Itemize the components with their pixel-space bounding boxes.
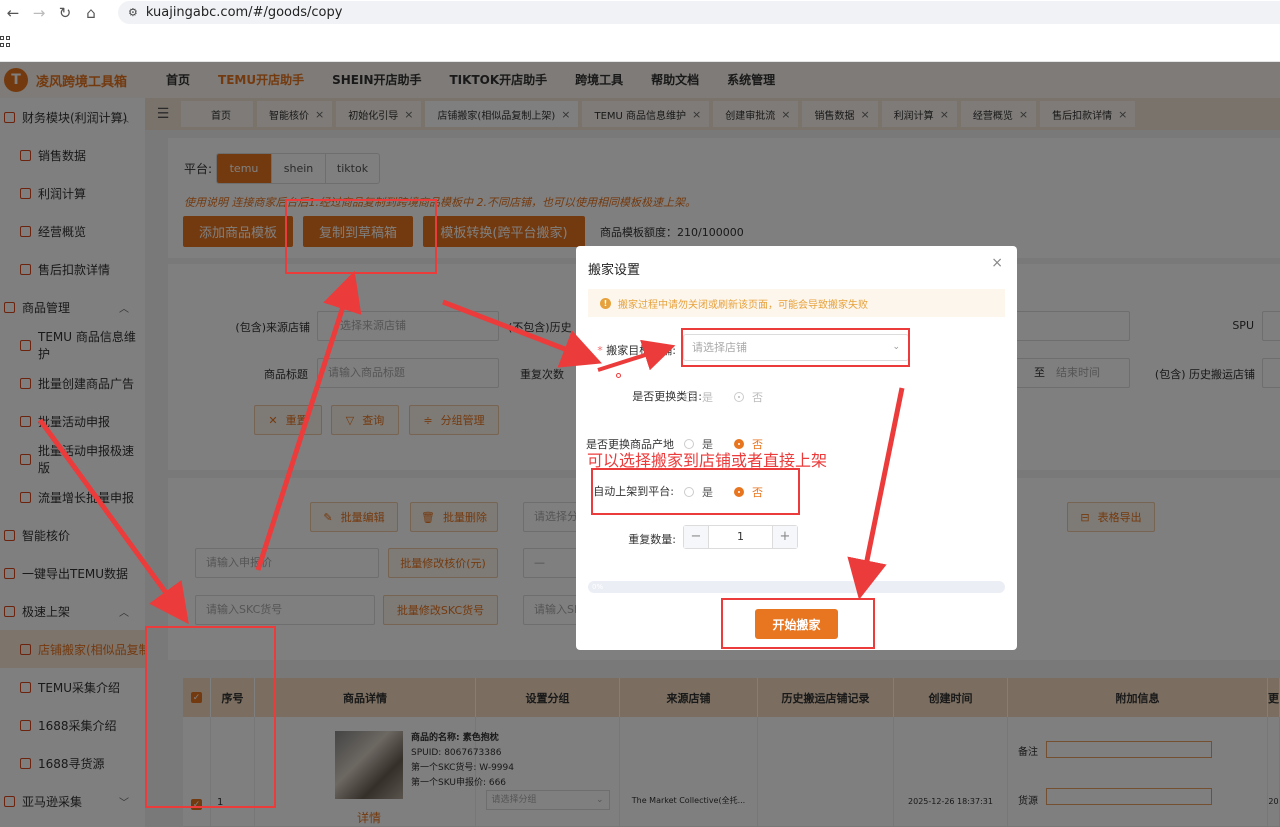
annotation-box-auto xyxy=(591,468,800,515)
plus-icon[interactable]: + xyxy=(773,526,797,548)
annotation-text: 可以选择搬家到店铺或者直接上架 xyxy=(587,451,828,470)
change-category-no[interactable]: 否 xyxy=(734,389,763,405)
warning-icon: ! xyxy=(600,297,611,309)
annotation-box-start xyxy=(721,598,875,649)
annotation-dot xyxy=(616,373,621,378)
forward-icon[interactable]: → xyxy=(26,0,52,26)
repeat-count-label: 重复数量: xyxy=(628,533,676,546)
bookmark-bar xyxy=(0,26,1280,62)
radio-icon xyxy=(734,392,744,402)
close-icon[interactable]: × xyxy=(991,255,1003,271)
repeat-count-stepper: − 1 + xyxy=(683,525,798,549)
url-text: kuajingabc.com/#/goods/copy xyxy=(145,5,343,20)
annotation-box-target xyxy=(681,328,910,367)
address-bar[interactable]: ⚙ kuajingabc.com/#/goods/copy xyxy=(118,1,1280,24)
browser-toolbar: ← → ↻ ⌂ ⚙ kuajingabc.com/#/goods/copy xyxy=(0,0,1280,26)
apps-grid-icon[interactable] xyxy=(0,36,10,48)
annotation-box-row xyxy=(145,626,276,808)
warning-alert: ! 搬家过程中请勿关闭或刷新该页面，可能会导致搬家失败 xyxy=(588,289,1005,317)
site-info-icon[interactable]: ⚙ xyxy=(128,6,138,19)
repeat-count-value[interactable]: 1 xyxy=(708,526,773,548)
target-shop-label: * 搬家目标店铺: xyxy=(597,344,676,357)
reload-icon[interactable]: ↻ xyxy=(52,0,78,26)
home-icon[interactable]: ⌂ xyxy=(78,0,104,26)
move-progress-bar: 0% xyxy=(588,581,1005,593)
dialog-title: 搬家设置 xyxy=(588,263,641,278)
radio-icon xyxy=(684,392,694,402)
change-category-yes[interactable]: 是 xyxy=(684,389,713,405)
annotation-box-copy xyxy=(285,199,437,274)
back-icon[interactable]: ← xyxy=(0,0,26,26)
minus-icon[interactable]: − xyxy=(684,526,708,548)
